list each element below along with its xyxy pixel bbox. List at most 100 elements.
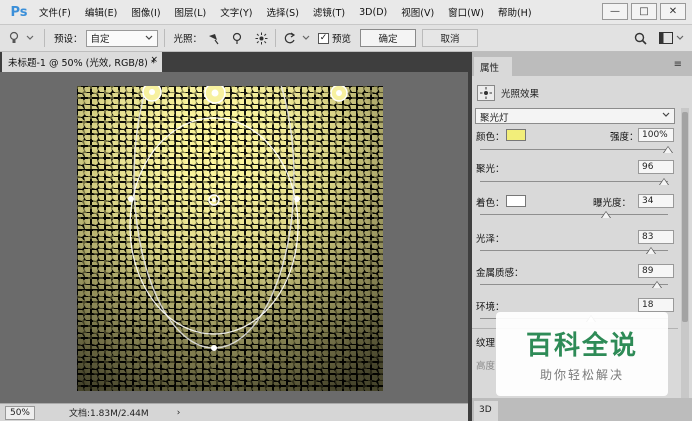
close-button[interactable]: ✕ <box>660 3 686 20</box>
hotspot-slider-thumb[interactable] <box>660 179 669 185</box>
preset-value: 自定 <box>90 34 110 45</box>
spotlight-left-handle[interactable] <box>128 196 134 202</box>
menu-item-filter[interactable]: 滤镜(T) <box>306 5 352 19</box>
exposure-field[interactable]: 34 <box>638 194 674 208</box>
watermark-subtitle: 助你轻松解决 <box>539 368 624 382</box>
chevron-down-icon <box>145 35 152 40</box>
options-bar: 预设： 自定 光照： ✓ 预览 确定 取消 <box>0 25 692 52</box>
lighting-effects-icon <box>477 85 495 101</box>
chevron-down-icon <box>662 112 670 117</box>
menu-item-view[interactable]: 视图(V) <box>394 5 441 19</box>
menu-item-image[interactable]: 图像(I) <box>124 5 167 19</box>
photoshop-logo: Ps <box>10 4 28 20</box>
chevron-down-icon[interactable] <box>298 30 314 46</box>
metallic-slider-thumb[interactable] <box>652 282 661 288</box>
chevron-down-icon[interactable] <box>22 30 38 46</box>
hotspot-field[interactable]: 96 <box>638 160 674 174</box>
light-bulb-icon[interactable] <box>6 30 22 46</box>
exposure-slider-thumb[interactable] <box>601 212 610 218</box>
intensity-label: 强度： <box>610 132 639 143</box>
gloss-slider-thumb[interactable] <box>647 248 656 254</box>
ok-button[interactable]: 确定 <box>360 29 417 47</box>
status-bar: 50% 文档:1.83M/2.44M › <box>0 403 468 421</box>
menu-item-file[interactable]: 文件(F) <box>32 5 78 19</box>
document-canvas[interactable] <box>77 86 383 391</box>
menu-item-help[interactable]: 帮助(H) <box>491 5 539 19</box>
color-label: 颜色： <box>476 132 505 143</box>
filter-header: 光照效果 <box>477 85 539 101</box>
document-tab[interactable]: 未标题-1 @ 50% (光效, RGB/8) * × <box>2 52 162 72</box>
maximize-button[interactable]: □ <box>631 3 657 20</box>
menu-item-select[interactable]: 选择(S) <box>259 5 305 19</box>
ambience-field[interactable]: 18 <box>638 298 674 312</box>
preset-label: 预设： <box>54 34 83 45</box>
panel-scrollbar[interactable] <box>681 108 689 421</box>
metallic-slider-track[interactable] <box>480 284 668 285</box>
point-light-icon[interactable] <box>229 30 245 46</box>
lights-label: 光照： <box>173 34 203 45</box>
height-label: 高度 <box>476 361 496 372</box>
colorize-label: 着色： <box>476 198 505 209</box>
menu-item-3d[interactable]: 3D(D) <box>352 7 394 18</box>
light-type-value: 聚光灯 <box>480 113 509 124</box>
minimize-button[interactable]: — <box>602 3 628 20</box>
filter-name: 光照效果 <box>501 89 540 100</box>
menu-item-edit[interactable]: 编辑(E) <box>78 5 124 19</box>
separator <box>44 29 45 47</box>
panel-menu-icon[interactable]: ≡ <box>674 59 682 70</box>
status-menu-arrow[interactable]: › <box>177 408 181 418</box>
document-tab-strip: 未标题-1 @ 50% (光效, RGB/8) * × <box>0 52 468 72</box>
cancel-button[interactable]: 取消 <box>422 29 479 47</box>
light-color-swatch[interactable] <box>506 129 526 141</box>
scrollbar-thumb[interactable] <box>682 112 688 322</box>
intensity-field[interactable]: 100% <box>638 128 674 142</box>
separator <box>163 29 165 47</box>
exposure-slider-track[interactable] <box>480 214 668 215</box>
gloss-field[interactable]: 83 <box>638 230 674 244</box>
spotlight-center-dot <box>212 198 216 202</box>
intensity-slider-track[interactable] <box>480 149 668 150</box>
chevron-down-icon[interactable] <box>672 30 688 46</box>
infinite-light-icon[interactable] <box>253 30 269 46</box>
preview-checkbox[interactable]: ✓ <box>318 32 330 44</box>
watermark-title: 百科全说 <box>525 331 638 361</box>
menu-item-type[interactable]: 文字(Y) <box>213 5 259 19</box>
colorize-swatch[interactable] <box>506 195 526 207</box>
preview-label: 预览 <box>332 34 352 45</box>
tab-properties[interactable]: 属性 <box>474 57 512 76</box>
zoom-field[interactable]: 50% <box>5 405 35 420</box>
light-bulb-icon[interactable] <box>204 86 226 104</box>
light-bulb-icon[interactable] <box>330 86 348 102</box>
tab-3d[interactable]: 3D <box>474 401 498 421</box>
intensity-slider-thumb[interactable] <box>664 147 672 153</box>
document-title: 未标题-1 @ 50% (光效, RGB/8) * <box>8 58 156 69</box>
gloss-slider-track[interactable] <box>480 250 668 251</box>
texture-label: 纹理 <box>476 338 496 349</box>
window-controls: — □ ✕ <box>602 3 686 20</box>
gloss-label: 光泽： <box>476 234 505 245</box>
menu-item-layer[interactable]: 图层(L) <box>168 5 214 19</box>
document-info: 文档:1.83M/2.44M <box>69 409 149 419</box>
panel-tab-strip: 属性 ≡ <box>472 52 692 76</box>
watermark: 百科全说 助你轻松解决 <box>496 312 668 396</box>
spotlight-icon[interactable] <box>205 30 221 46</box>
close-icon[interactable]: × <box>150 55 158 65</box>
exposure-label: 曝光度： <box>593 198 632 209</box>
separator <box>275 29 277 47</box>
menu-bar: Ps 文件(F) 编辑(E) 图像(I) 图层(L) 文字(Y) 选择(S) 滤… <box>0 0 692 25</box>
spotlight-bottom-handle[interactable] <box>211 345 217 351</box>
metallic-field[interactable]: 89 <box>638 264 674 278</box>
hotspot-slider-track[interactable] <box>480 181 668 182</box>
menu-item-window[interactable]: 窗口(W) <box>441 5 491 19</box>
light-type-select[interactable]: 聚光灯 <box>475 108 675 124</box>
panel-bottom-strip: 3D <box>472 398 692 421</box>
hotspot-label: 聚光： <box>476 164 505 175</box>
canvas-workspace <box>0 72 468 403</box>
light-bulb-icon[interactable] <box>142 86 162 102</box>
preset-select[interactable]: 自定 <box>85 29 158 47</box>
search-icon[interactable] <box>632 30 648 46</box>
spotlight-right-handle[interactable] <box>294 196 300 202</box>
reset-light-icon[interactable] <box>282 30 298 46</box>
ambience-label: 环境： <box>476 302 505 313</box>
metallic-label: 金属质感： <box>476 268 524 279</box>
